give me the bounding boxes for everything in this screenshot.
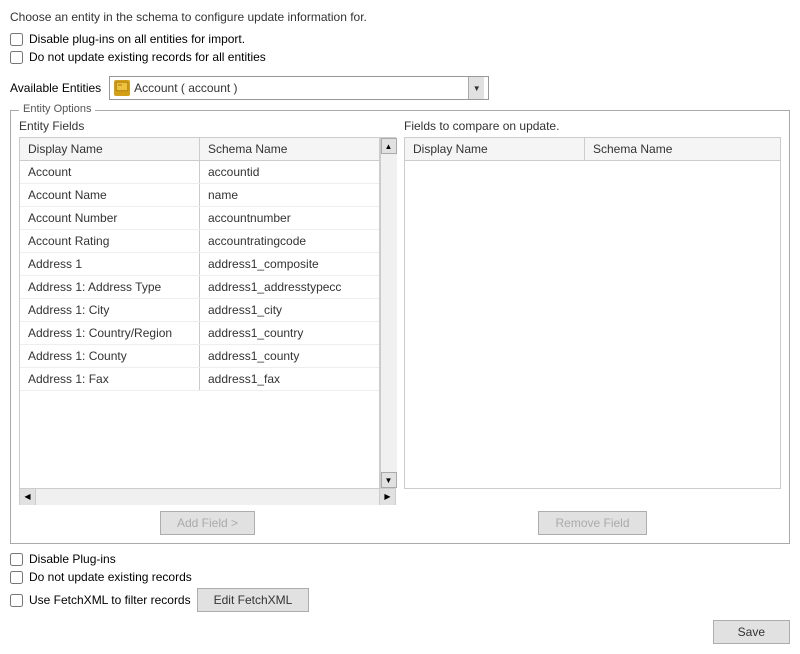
disable-plugins-global-label: Disable plug-ins on all entities for imp… [29, 32, 245, 46]
edit-fetchxml-button[interactable]: Edit FetchXML [197, 588, 310, 612]
disable-plugins-global-checkbox[interactable] [10, 33, 23, 46]
schema-name-cell: address1_addresstypecc [200, 276, 379, 298]
disable-plugins-global-row: Disable plug-ins on all entities for imp… [10, 32, 790, 46]
fetchxml-label: Use FetchXML to filter records [29, 593, 191, 607]
compare-fields-header: Display Name Schema Name [405, 138, 780, 161]
fetchxml-row: Use FetchXML to filter records Edit Fetc… [10, 588, 790, 612]
entity-fields-col-schema: Schema Name [200, 138, 379, 160]
entity-fields-col-display: Display Name [20, 138, 200, 160]
no-update-row: Do not update existing records [10, 570, 790, 584]
entity-fields-body[interactable]: AccountaccountidAccount NamenameAccount … [20, 161, 379, 488]
table-row[interactable]: Address 1: Countyaddress1_county [20, 345, 379, 368]
scroll-track [381, 154, 397, 472]
disable-plugins-label: Disable Plug-ins [29, 552, 116, 566]
compare-fields-body[interactable] [405, 161, 780, 488]
schema-name-cell: accountratingcode [200, 230, 379, 252]
entity-dropdown-arrow[interactable]: ▼ [468, 77, 484, 99]
display-name-cell: Account [20, 161, 200, 183]
add-field-row: Add Field > [19, 511, 396, 535]
entity-fields-hscrollbar[interactable]: ◀ ▶ [19, 489, 396, 505]
entity-select-text: Account ( account ) [134, 81, 464, 95]
save-button[interactable]: Save [713, 620, 790, 644]
entity-fields-scrollbar[interactable]: ▲ ▼ [380, 137, 396, 489]
h-scroll-track [36, 489, 379, 505]
main-container: Choose an entity in the schema to config… [0, 0, 800, 654]
display-name-cell: Address 1: City [20, 299, 200, 321]
table-row[interactable]: Address 1: Country/Regionaddress1_countr… [20, 322, 379, 345]
scroll-down-btn[interactable]: ▼ [381, 472, 397, 488]
no-update-global-row: Do not update existing records for all e… [10, 50, 790, 64]
schema-name-cell: accountid [200, 161, 379, 183]
entity-fields-table: Display Name Schema Name Accountaccounti… [19, 137, 380, 489]
available-entities-row: Available Entities Account ( account ) ▼ [10, 76, 790, 100]
schema-name-cell: accountnumber [200, 207, 379, 229]
table-row[interactable]: Address 1: Faxaddress1_fax [20, 368, 379, 391]
display-name-cell: Account Name [20, 184, 200, 206]
bottom-options: Disable Plug-ins Do not update existing … [10, 552, 790, 612]
fetchxml-checkbox[interactable] [10, 594, 23, 607]
table-row[interactable]: Account Ratingaccountratingcode [20, 230, 379, 253]
schema-name-cell: address1_country [200, 322, 379, 344]
h-scroll-right-btn[interactable]: ▶ [379, 489, 395, 505]
compare-fields-label: Fields to compare on update. [404, 119, 781, 133]
display-name-cell: Account Number [20, 207, 200, 229]
remove-field-button[interactable]: Remove Field [538, 511, 646, 535]
table-row[interactable]: Accountaccountid [20, 161, 379, 184]
no-update-label: Do not update existing records [29, 570, 192, 584]
schema-name-cell: name [200, 184, 379, 206]
table-row[interactable]: Address 1address1_composite [20, 253, 379, 276]
remove-field-row: Remove Field [404, 511, 781, 535]
entity-options-legend: Entity Options [19, 103, 95, 115]
global-options: Disable plug-ins on all entities for imp… [10, 32, 790, 68]
display-name-cell: Address 1: Fax [20, 368, 200, 390]
add-field-button[interactable]: Add Field > [160, 511, 255, 535]
display-name-cell: Address 1 [20, 253, 200, 275]
disable-plugins-row: Disable Plug-ins [10, 552, 790, 566]
display-name-cell: Address 1: County [20, 345, 200, 367]
fields-container: Entity Fields Display Name Schema Name A… [19, 119, 781, 535]
entity-select-wrapper[interactable]: Account ( account ) ▼ [109, 76, 489, 100]
display-name-cell: Address 1: Address Type [20, 276, 200, 298]
compare-fields-col-schema: Schema Name [585, 138, 780, 160]
table-row[interactable]: Account Numberaccountnumber [20, 207, 379, 230]
schema-name-cell: address1_composite [200, 253, 379, 275]
table-row[interactable]: Address 1: Address Typeaddress1_addresst… [20, 276, 379, 299]
header-description: Choose an entity in the schema to config… [10, 10, 790, 24]
entity-fields-label: Entity Fields [19, 119, 396, 133]
no-update-global-label: Do not update existing records for all e… [29, 50, 266, 64]
available-entities-label: Available Entities [10, 81, 101, 95]
entity-options-group: Entity Options Entity Fields Display Nam… [10, 110, 790, 544]
display-name-cell: Address 1: Country/Region [20, 322, 200, 344]
schema-name-cell: address1_county [200, 345, 379, 367]
compare-fields-col-display: Display Name [405, 138, 585, 160]
entity-fields-panel: Entity Fields Display Name Schema Name A… [19, 119, 396, 535]
no-update-checkbox[interactable] [10, 571, 23, 584]
schema-name-cell: address1_city [200, 299, 379, 321]
compare-fields-panel: Fields to compare on update. Display Nam… [404, 119, 781, 535]
table-row[interactable]: Address 1: Cityaddress1_city [20, 299, 379, 322]
entity-fields-header: Display Name Schema Name [20, 138, 379, 161]
disable-plugins-checkbox[interactable] [10, 553, 23, 566]
compare-fields-table: Display Name Schema Name [404, 137, 781, 489]
footer-row: Save [10, 612, 790, 644]
h-scroll-left-btn[interactable]: ◀ [20, 489, 36, 505]
entity-icon [114, 80, 130, 96]
schema-name-cell: address1_fax [200, 368, 379, 390]
scroll-up-btn[interactable]: ▲ [381, 138, 397, 154]
no-update-global-checkbox[interactable] [10, 51, 23, 64]
table-row[interactable]: Account Namename [20, 184, 379, 207]
display-name-cell: Account Rating [20, 230, 200, 252]
